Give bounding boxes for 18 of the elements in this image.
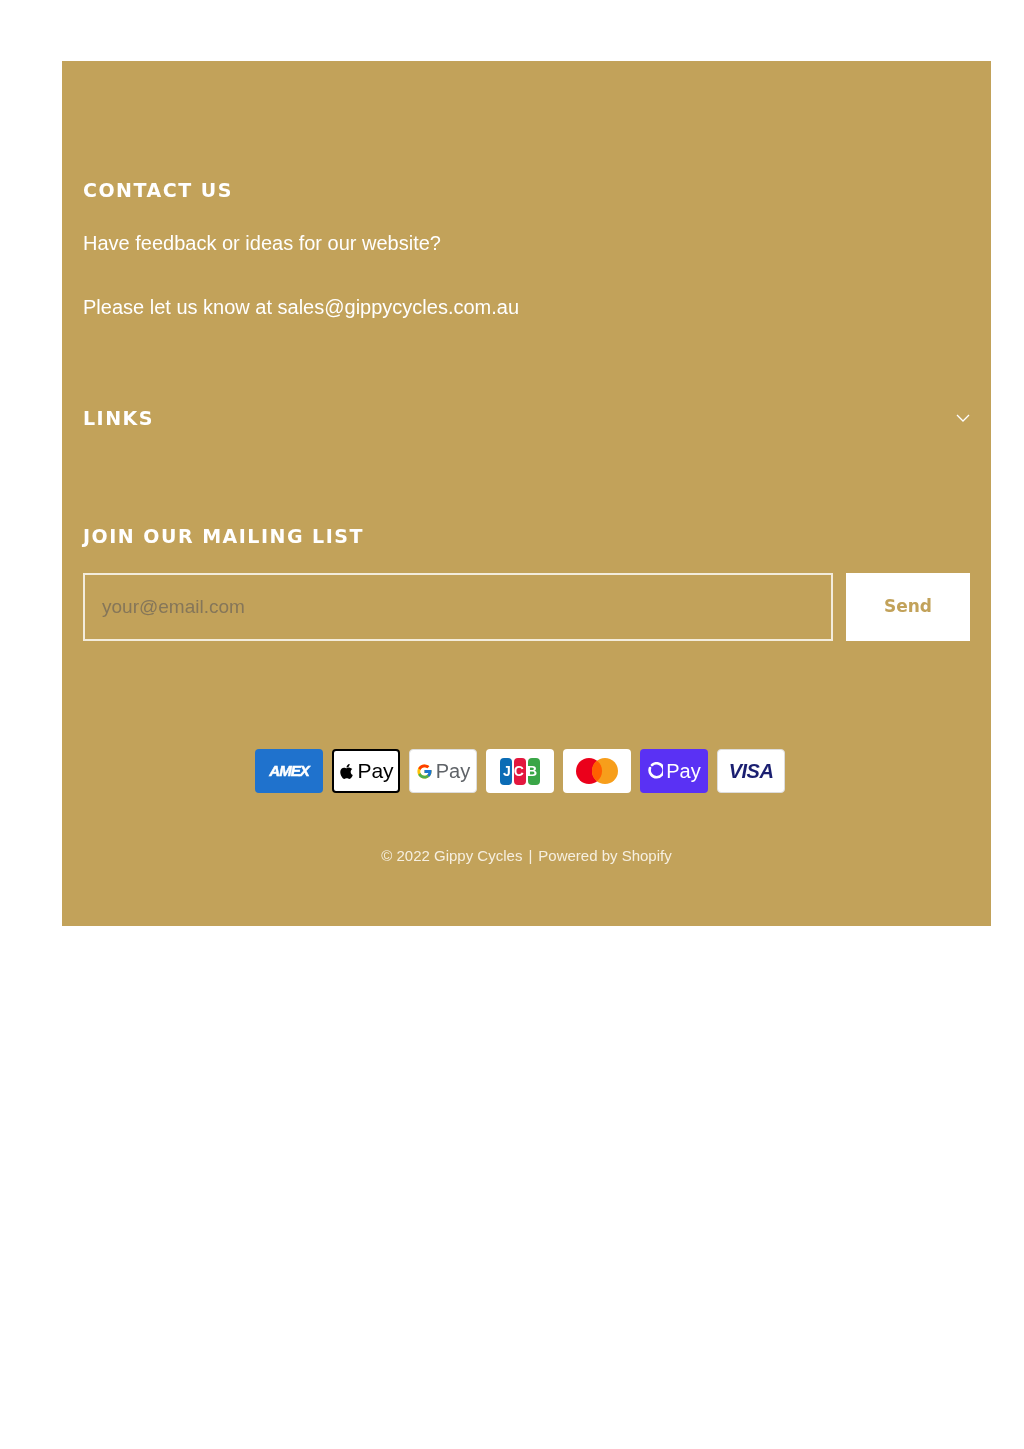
- email-field[interactable]: your@email.com: [83, 573, 833, 641]
- mailing-list-heading: JOIN OUR MAILING LIST: [83, 524, 364, 549]
- contact-text: Please let us know at sales@gippycycles.com.au: [83, 295, 520, 320]
- amex-card-icon: AMEX: [255, 749, 323, 793]
- powered-by-link[interactable]: Powered by Shopify: [538, 845, 672, 868]
- links-accordion[interactable]: LINKS: [83, 405, 970, 431]
- mastercard-icon: [563, 749, 631, 793]
- visa-card-icon: VISA: [717, 749, 785, 793]
- jcb-card-icon: JCB: [486, 749, 554, 793]
- separator-text: |: [528, 846, 533, 866]
- send-button[interactable]: Send: [846, 573, 970, 641]
- google-pay-icon: Pay: [409, 749, 477, 793]
- contact-text: Have feedback or ideas for our website?: [83, 231, 441, 256]
- copyright-link[interactable]: © 2022 Gippy Cycles: [381, 845, 523, 868]
- apple-pay-icon: Pay: [332, 749, 400, 793]
- chevron-icon: [956, 414, 970, 422]
- shop-pay-icon: Pay: [640, 749, 708, 793]
- contact-heading: CONTACT US: [83, 178, 233, 203]
